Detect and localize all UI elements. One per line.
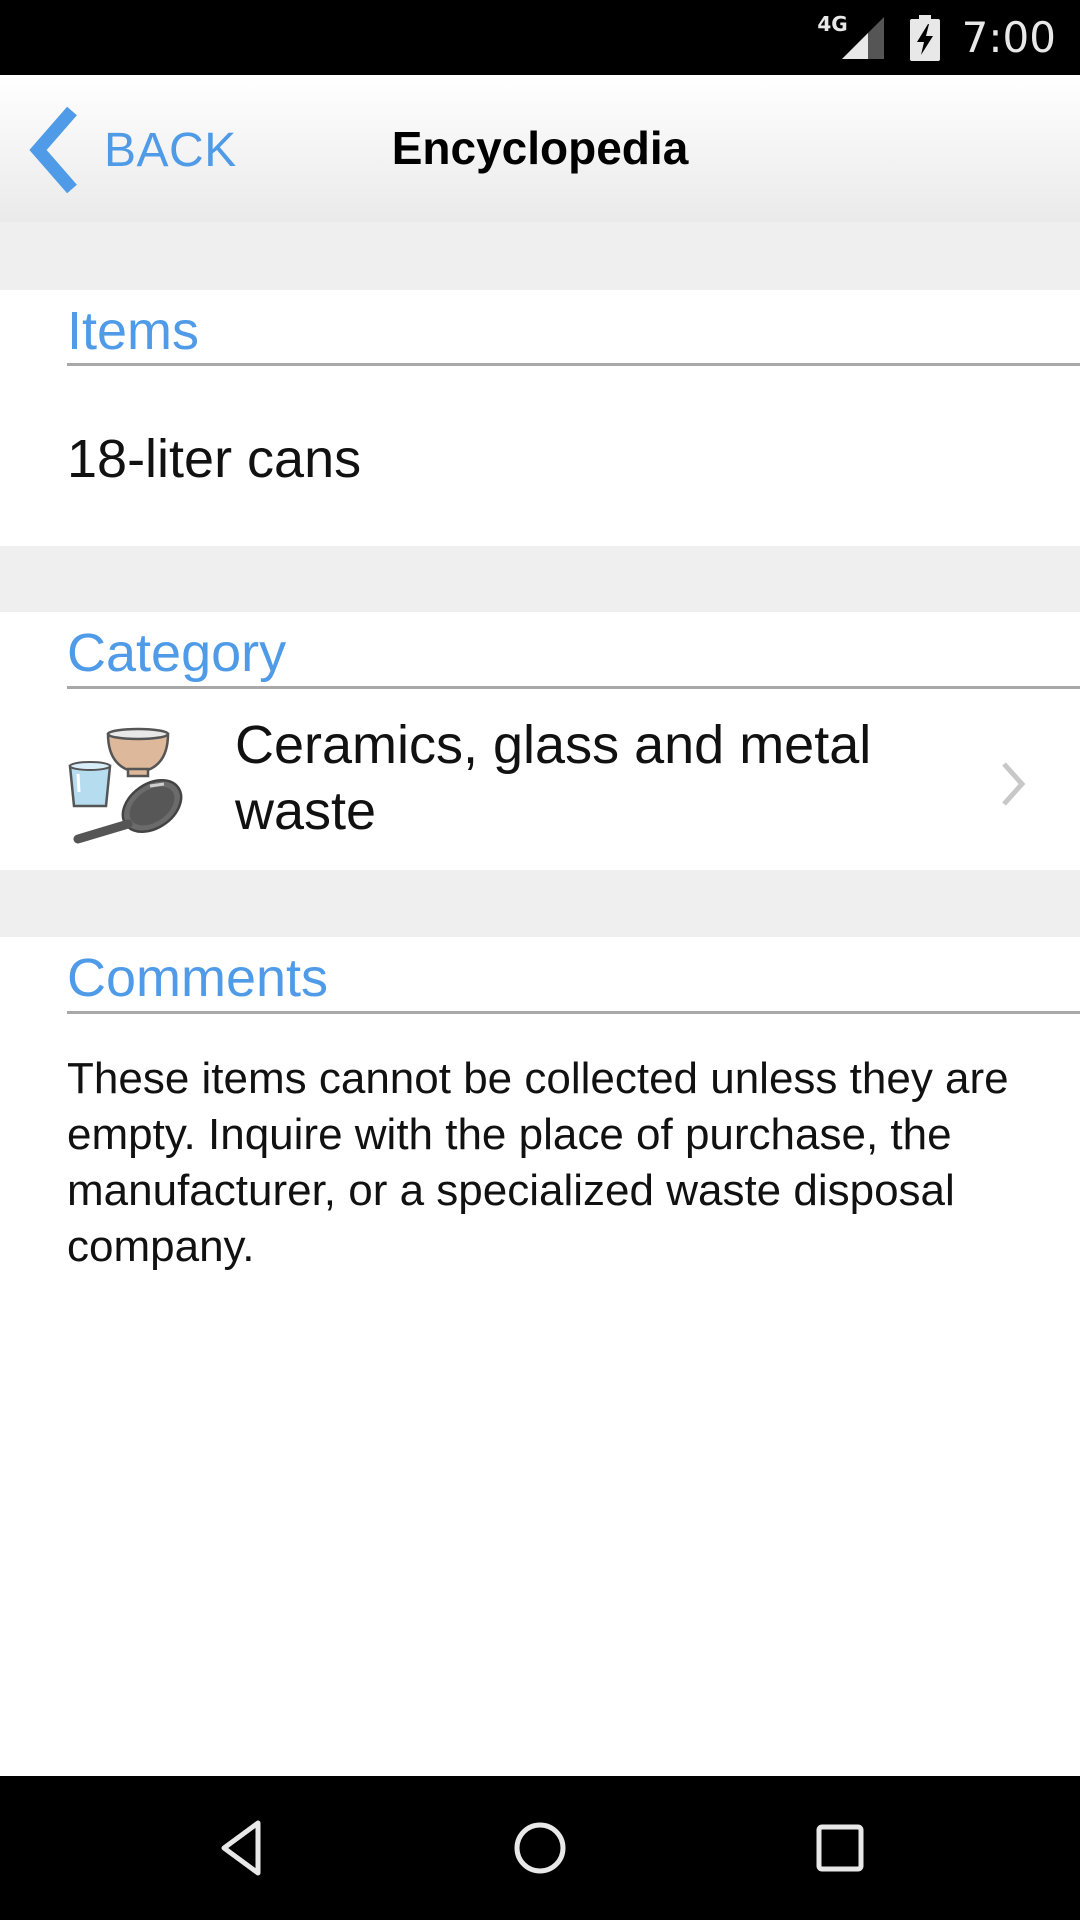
- items-section: Items 18-liter cans: [0, 290, 1080, 546]
- category-divider: [67, 686, 1080, 689]
- section-gap: [0, 546, 1080, 612]
- category-section-title: Category: [67, 623, 287, 683]
- chevron-left-icon: [29, 106, 77, 194]
- signal-icon: [841, 16, 884, 59]
- section-gap: [0, 870, 1080, 937]
- nav-recents-icon: [816, 1824, 864, 1872]
- category-label: Ceramics, glass and metal waste: [235, 715, 872, 841]
- category-row[interactable]: Ceramics, glass and metal waste: [0, 712, 1080, 862]
- nav-home-icon: [514, 1822, 566, 1874]
- nav-back-button[interactable]: [161, 1776, 321, 1920]
- network-type: 4G: [817, 11, 848, 36]
- status-icons: 4G 7:00: [817, 0, 1056, 75]
- comments-text: These items cannot be collected unless t…: [67, 1054, 1009, 1271]
- app-header: Encyclopedia BACK: [0, 75, 1080, 222]
- nav-recents-button[interactable]: [760, 1776, 920, 1920]
- status-bar: 4G 7:00: [0, 0, 1080, 75]
- items-section-title: Items: [67, 301, 200, 361]
- nav-back-icon: [221, 1820, 261, 1876]
- ceramics-glass-metal-icon: [68, 727, 183, 844]
- battery-charging-icon: [909, 14, 940, 61]
- comments-section: Comments These items cannot be collected…: [0, 937, 1080, 1776]
- item-name: 18-liter cans: [67, 429, 362, 489]
- comments-divider: [67, 1011, 1080, 1014]
- section-gap: [0, 222, 1080, 290]
- back-button[interactable]: BACK: [28, 105, 237, 195]
- category-section: Category Ceramics, glass and metal waste: [0, 612, 1080, 870]
- nav-home-button[interactable]: [460, 1776, 620, 1920]
- comments-section-title: Comments: [67, 948, 329, 1008]
- back-label: BACK: [104, 123, 237, 177]
- navigation-bar: [0, 1776, 1080, 1920]
- clock: 7:00: [961, 13, 1056, 62]
- items-divider: [67, 363, 1080, 366]
- chevron-right-icon: [1002, 762, 1026, 806]
